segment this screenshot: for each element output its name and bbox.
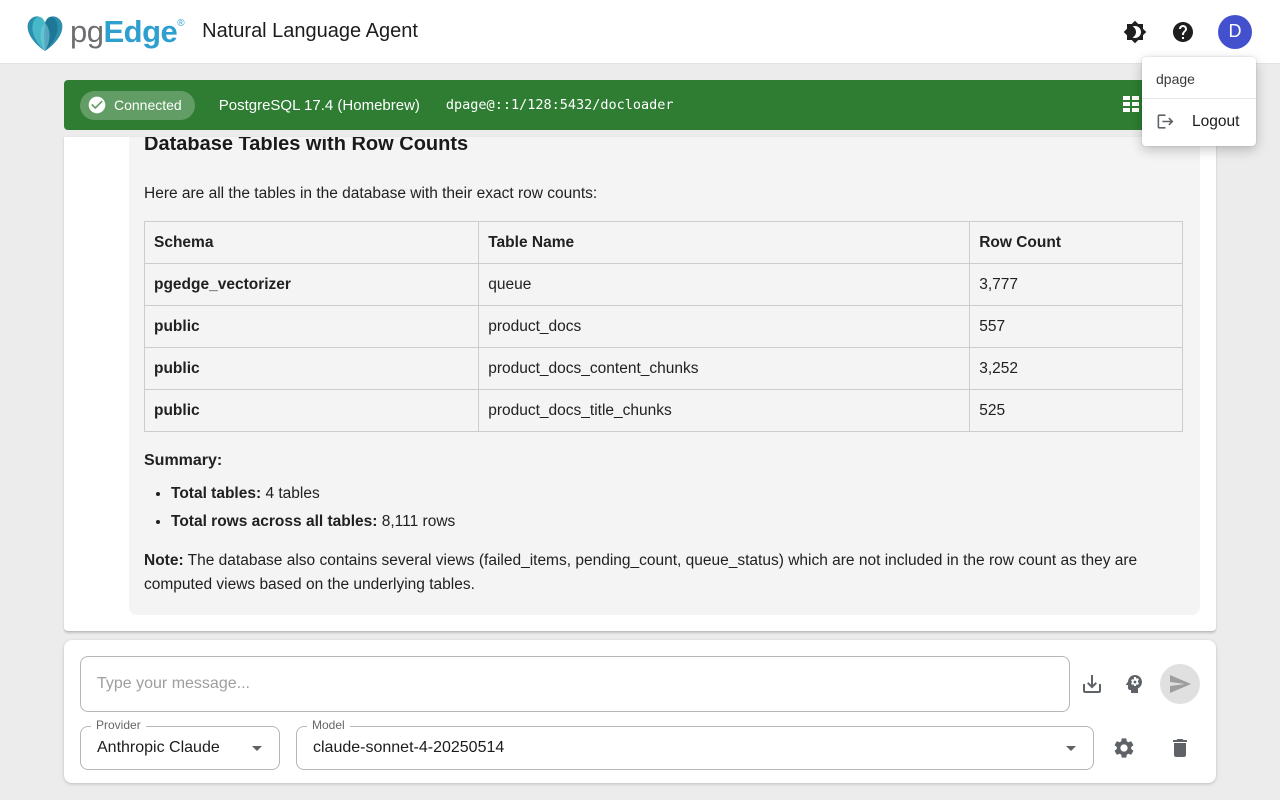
row-counts-table: Schema Table Name Row Count pgedge_vecto…: [144, 221, 1183, 432]
help-button[interactable]: [1170, 19, 1196, 45]
avatar-initial: D: [1229, 21, 1242, 42]
row-count-cell: 3,252: [970, 348, 1183, 390]
user-dropdown-menu: dpage Logout: [1142, 57, 1256, 146]
list-item: Total rows across all tables: 8,111 rows: [171, 508, 1183, 536]
settings-button[interactable]: [1104, 728, 1144, 768]
clear-chat-button[interactable]: [1160, 728, 1200, 768]
row-count-cell: 3,777: [970, 264, 1183, 306]
connection-bar: Connected PostgreSQL 17.4 (Homebrew) dpa…: [64, 80, 1216, 130]
message-input[interactable]: [80, 656, 1070, 712]
send-icon: [1168, 672, 1192, 696]
theme-toggle-button[interactable]: [1122, 19, 1148, 45]
bullet-label: Total rows across all tables:: [171, 513, 377, 530]
connection-dsn: dpage@::1/128:5432/docloader: [446, 97, 674, 113]
provider-value: Anthropic Claude: [97, 739, 220, 757]
help-icon: [1171, 20, 1195, 44]
pgedge-logo-icon: [22, 11, 68, 53]
menu-divider: [1142, 98, 1256, 99]
download-icon: [1080, 672, 1104, 696]
connection-status-badge: Connected: [80, 91, 195, 120]
model-select[interactable]: Model claude-sonnet-4-20250514: [296, 726, 1094, 770]
table-name-cell: product_docs_title_chunks: [479, 390, 970, 432]
username-label: dpage: [1142, 63, 1256, 96]
table-name-cell: product_docs_content_chunks: [479, 348, 970, 390]
chevron-down-icon: [245, 736, 269, 760]
schema-cell: public: [145, 390, 479, 432]
logout-menu-item[interactable]: Logout: [1142, 103, 1256, 140]
app-header: pgEdge® Natural Language Agent D: [0, 0, 1280, 64]
tables-grid-icon: [1121, 94, 1141, 116]
list-item: Total tables: 4 tables: [171, 480, 1183, 508]
summary-heading: Summary:: [144, 452, 1183, 470]
dark-mode-icon: [1123, 20, 1147, 44]
table-row: public product_docs_title_chunks 525: [145, 390, 1183, 432]
provider-label: Provider: [91, 719, 146, 731]
bullet-value: 8,111 rows: [377, 513, 455, 530]
logout-label: Logout: [1192, 113, 1239, 131]
brand-wordmark: pgEdge®: [70, 14, 184, 50]
note-text: The database also contains several views…: [144, 552, 1137, 593]
table-row: public product_docs 557: [145, 306, 1183, 348]
column-header-schema: Schema: [145, 222, 479, 264]
table-name-cell: product_docs: [479, 306, 970, 348]
message-heading: Database Tables with Row Counts: [144, 137, 1183, 157]
provider-select[interactable]: Provider Anthropic Claude: [80, 726, 280, 770]
model-value: claude-sonnet-4-20250514: [313, 739, 504, 757]
assistant-message: Database Tables with Row Counts Here are…: [129, 137, 1200, 615]
row-count-cell: 525: [970, 390, 1183, 432]
gear-icon: [1112, 736, 1136, 760]
thinking-mode-button[interactable]: [1114, 664, 1154, 704]
table-name-cell: queue: [479, 264, 970, 306]
schema-cell: public: [145, 306, 479, 348]
column-header-table-name: Table Name: [479, 222, 970, 264]
summary-list: Total tables: 4 tables Total rows across…: [171, 480, 1183, 536]
table-row: pgedge_vectorizer queue 3,777: [145, 264, 1183, 306]
psychology-icon: [1122, 672, 1146, 696]
pgedge-logo: pgEdge®: [22, 11, 184, 53]
table-row: public product_docs_content_chunks 3,252: [145, 348, 1183, 390]
chevron-down-icon: [1059, 736, 1083, 760]
logout-icon: [1156, 112, 1175, 131]
table-header-row: Schema Table Name Row Count: [145, 222, 1183, 264]
user-avatar[interactable]: D: [1218, 15, 1252, 49]
schema-cell: public: [145, 348, 479, 390]
page-title: Natural Language Agent: [202, 20, 418, 43]
connection-status-label: Connected: [114, 97, 182, 113]
schema-cell: pgedge_vectorizer: [145, 264, 479, 306]
model-label: Model: [307, 719, 350, 731]
composer-panel: Provider Anthropic Claude Model claude-s…: [64, 640, 1216, 783]
row-count-cell: 557: [970, 306, 1183, 348]
header-actions: D: [1122, 15, 1252, 49]
send-button[interactable]: [1160, 664, 1200, 704]
tables-list-button[interactable]: [1120, 94, 1142, 116]
composer-actions: [1070, 664, 1200, 704]
trash-icon: [1168, 736, 1192, 760]
bullet-label: Total tables:: [171, 485, 261, 502]
server-version: PostgreSQL 17.4 (Homebrew): [219, 97, 420, 114]
message-intro: Here are all the tables in the database …: [144, 183, 1183, 205]
download-button[interactable]: [1072, 664, 1112, 704]
note-paragraph: Note: The database also contains several…: [144, 549, 1183, 597]
check-circle-icon: [87, 95, 107, 115]
note-label: Note:: [144, 552, 184, 569]
bullet-value: 4 tables: [261, 485, 320, 502]
column-header-row-count: Row Count: [970, 222, 1183, 264]
chat-message-list[interactable]: Database Tables with Row Counts Here are…: [64, 137, 1216, 632]
